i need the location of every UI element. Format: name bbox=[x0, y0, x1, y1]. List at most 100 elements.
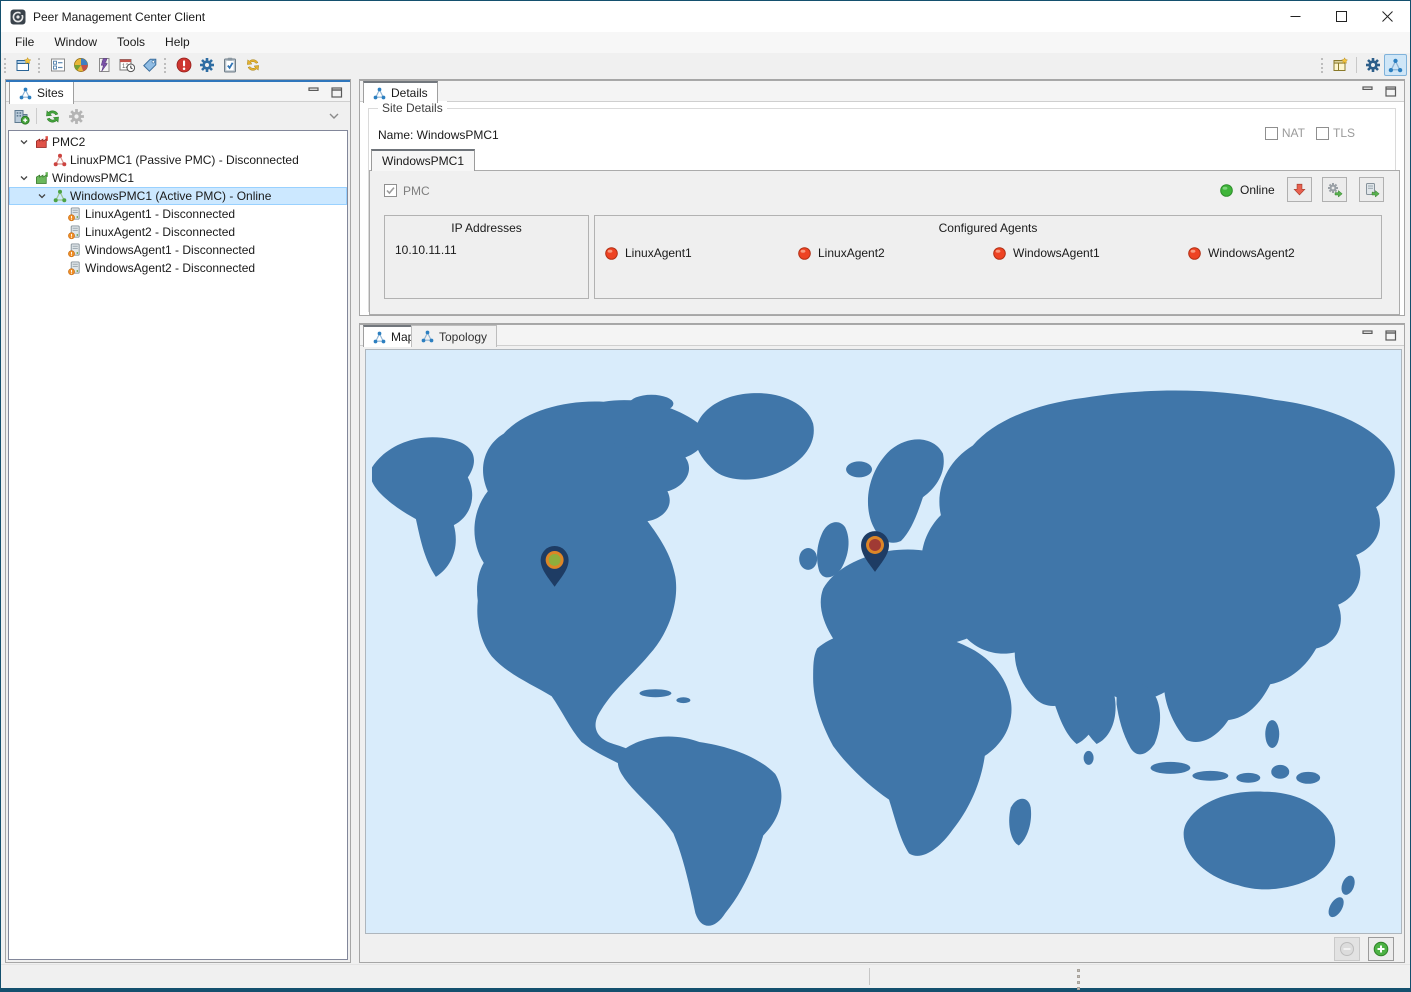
expand-chevron-icon[interactable] bbox=[37, 191, 47, 201]
tree-item-windowspmc1-site[interactable]: WindowsPMC1 bbox=[9, 169, 347, 187]
minimize-view-icon[interactable] bbox=[1362, 330, 1374, 341]
details-panel-header: Details bbox=[360, 80, 1404, 102]
tab-windowspmc1[interactable]: WindowsPMC1 bbox=[371, 149, 475, 171]
online-status-label: Online bbox=[1240, 183, 1275, 197]
agent-status-linuxagent1: LinuxAgent1 bbox=[605, 246, 692, 260]
nat-checkbox[interactable] bbox=[1265, 127, 1278, 140]
pmc-perspective-icon[interactable] bbox=[1384, 54, 1407, 76]
menu-window[interactable]: Window bbox=[44, 32, 107, 53]
app-window: { "window": { "title": "Peer Management … bbox=[0, 0, 1411, 992]
tab-details[interactable]: Details bbox=[363, 81, 438, 103]
sync-arrows-icon[interactable] bbox=[241, 54, 264, 76]
open-perspective-icon[interactable] bbox=[1329, 54, 1352, 76]
ip-addresses-header: IP Addresses bbox=[385, 221, 588, 235]
tls-checkbox-group: TLS bbox=[1316, 126, 1355, 140]
nat-label: NAT bbox=[1282, 126, 1305, 140]
toolbar-grip[interactable] bbox=[164, 58, 168, 73]
tls-checkbox[interactable] bbox=[1316, 127, 1329, 140]
minimize-view-icon[interactable] bbox=[308, 87, 320, 98]
agent-warning-icon bbox=[67, 207, 82, 222]
tag-icon[interactable] bbox=[138, 54, 161, 76]
expand-chevron-icon[interactable] bbox=[19, 137, 29, 147]
new-window-icon[interactable] bbox=[12, 54, 35, 76]
tree-item-linuxagent2[interactable]: LinuxAgent2 - Disconnected bbox=[9, 223, 347, 241]
site-settings-icon-disabled[interactable] bbox=[64, 105, 88, 127]
refresh-icon[interactable] bbox=[40, 105, 64, 127]
sites-panel: Sites PMC2 LinuxPMC1 (Pass bbox=[5, 79, 351, 963]
settings-perspective-icon[interactable] bbox=[1361, 54, 1384, 76]
details-tab-icon bbox=[373, 87, 386, 100]
restart-server-button[interactable] bbox=[1359, 177, 1384, 202]
ip-address-value: 10.10.11.11 bbox=[395, 243, 457, 257]
minimize-view-icon[interactable] bbox=[1362, 86, 1374, 97]
red-down-arrow-icon bbox=[1292, 182, 1307, 197]
zoom-in-button[interactable] bbox=[1368, 937, 1394, 961]
tab-topology[interactable]: Topology bbox=[411, 325, 497, 347]
maximize-view-icon[interactable] bbox=[1385, 330, 1397, 341]
close-button[interactable] bbox=[1364, 1, 1410, 32]
map-panel-header: Map Topology bbox=[360, 324, 1404, 346]
window-title: Peer Management Center Client bbox=[33, 10, 205, 24]
toolbar-grip[interactable] bbox=[1321, 58, 1325, 73]
alerts-icon[interactable] bbox=[172, 54, 195, 76]
report-wizard-icon[interactable] bbox=[92, 54, 115, 76]
expand-chevron-icon[interactable] bbox=[19, 173, 29, 183]
tasks-clipboard-icon[interactable] bbox=[218, 54, 241, 76]
agent-warning-icon bbox=[67, 261, 82, 276]
tree-item-linuxagent1[interactable]: LinuxAgent1 - Disconnected bbox=[9, 205, 347, 223]
pmc-checkbox[interactable] bbox=[384, 184, 397, 197]
details-tab-label: Details bbox=[391, 86, 428, 100]
tree-item-windowsagent2[interactable]: WindowsAgent2 - Disconnected bbox=[9, 259, 347, 277]
topology-tab-icon bbox=[421, 330, 434, 343]
agent-warning-icon bbox=[67, 225, 82, 240]
tree-item-windowsagent1[interactable]: WindowsAgent1 - Disconnected bbox=[9, 241, 347, 259]
agent-offline-icon bbox=[993, 247, 1006, 260]
app-icon bbox=[10, 9, 26, 25]
minimize-button[interactable] bbox=[1272, 1, 1318, 32]
maximize-view-icon[interactable] bbox=[1385, 86, 1397, 97]
pmc-checkbox-label: PMC bbox=[403, 184, 430, 198]
titlebar: Peer Management Center Client bbox=[1, 1, 1410, 32]
tls-label: TLS bbox=[1333, 126, 1355, 140]
toolbar-grip[interactable] bbox=[38, 58, 42, 73]
statusbar bbox=[1, 964, 1410, 988]
stop-pmc-button[interactable] bbox=[1287, 177, 1312, 202]
server-run-icon bbox=[1364, 182, 1380, 198]
sites-tab-icon bbox=[19, 87, 32, 100]
site-details-form: Site Details Name: WindowsPMC1 NAT TLS W… bbox=[360, 102, 1404, 315]
zoom-in-icon bbox=[1373, 941, 1389, 957]
maximize-view-icon[interactable] bbox=[331, 87, 343, 98]
tab-sites[interactable]: Sites bbox=[9, 82, 74, 104]
tree-item-linuxpmc1[interactable]: LinuxPMC1 (Passive PMC) - Disconnected bbox=[9, 151, 347, 169]
menu-file[interactable]: File bbox=[5, 32, 44, 53]
zoom-out-button[interactable] bbox=[1334, 937, 1360, 961]
world-map[interactable] bbox=[365, 349, 1402, 934]
settings-gear-icon[interactable] bbox=[195, 54, 218, 76]
toolbar-separator bbox=[36, 108, 37, 124]
site-details-group: Site Details Name: WindowsPMC1 NAT TLS W… bbox=[368, 108, 1396, 312]
preferences-list-icon[interactable] bbox=[46, 54, 69, 76]
gear-run-icon bbox=[1327, 182, 1343, 198]
pmc-detail-content: PMC Online IP Addresses 10 bbox=[369, 170, 1400, 315]
view-menu-chevron-icon[interactable] bbox=[329, 113, 339, 119]
tree-item-pmc2[interactable]: PMC2 bbox=[9, 133, 347, 151]
map-panel: Map Topology bbox=[359, 323, 1405, 963]
schedule-icon[interactable]: 12 bbox=[115, 54, 138, 76]
restart-services-button[interactable] bbox=[1322, 177, 1347, 202]
menu-tools[interactable]: Tools bbox=[107, 32, 155, 53]
sites-tree: PMC2 LinuxPMC1 (Passive PMC) - Disconnec… bbox=[8, 130, 348, 960]
sites-tab-label: Sites bbox=[37, 86, 64, 100]
configured-agents-header: Configured Agents bbox=[595, 221, 1381, 235]
windowspmc1-tab-label: WindowsPMC1 bbox=[382, 154, 464, 168]
pie-chart-icon[interactable] bbox=[69, 54, 92, 76]
menu-help[interactable]: Help bbox=[155, 32, 200, 53]
statusbar-grip[interactable] bbox=[1077, 969, 1080, 990]
sites-panel-header: Sites bbox=[6, 80, 350, 102]
pmc-green-icon bbox=[53, 189, 67, 203]
tree-item-windowspmc1-active[interactable]: WindowsPMC1 (Active PMC) - Online bbox=[9, 187, 347, 205]
toolbar-grip[interactable] bbox=[4, 58, 8, 73]
online-status-icon bbox=[1220, 184, 1233, 197]
maximize-button[interactable] bbox=[1318, 1, 1364, 32]
statusbar-separator bbox=[869, 968, 870, 985]
add-site-icon[interactable] bbox=[9, 105, 33, 127]
